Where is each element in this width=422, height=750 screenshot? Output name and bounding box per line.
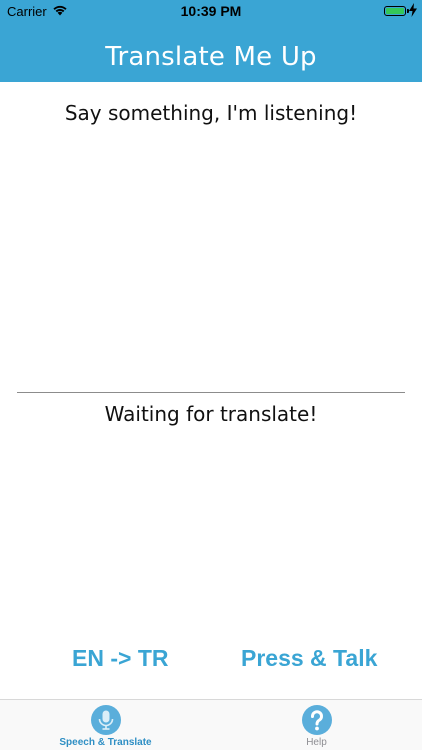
- status-bar: Carrier 10:39 PM: [0, 0, 422, 24]
- charging-bolt-icon: [409, 3, 417, 17]
- translation-output-text: Waiting for translate!: [104, 402, 318, 426]
- speech-input-text: Say something, I'm listening!: [64, 101, 358, 125]
- page-title: Translate Me Up: [105, 42, 317, 72]
- tab-bar: Speech & Translate Help: [0, 699, 422, 750]
- app-screen: Carrier 10:39 PM Translate Me Up Say som…: [0, 0, 422, 750]
- header: Carrier 10:39 PM Translate Me Up: [0, 0, 422, 82]
- tab-label: Help: [306, 737, 327, 748]
- status-time: 10:39 PM: [180, 3, 242, 19]
- tab-help[interactable]: Help: [211, 700, 422, 750]
- language-direction-button[interactable]: EN -> TR: [72, 645, 168, 672]
- tab-speech-translate[interactable]: Speech & Translate: [0, 700, 211, 750]
- microphone-icon: [90, 705, 121, 735]
- tab-label: Speech & Translate: [59, 737, 152, 748]
- divider: [17, 392, 405, 393]
- question-mark-icon: [301, 705, 332, 735]
- battery-icon: [384, 6, 409, 16]
- press-and-talk-button[interactable]: Press & Talk: [241, 645, 377, 672]
- battery-level: [386, 8, 404, 14]
